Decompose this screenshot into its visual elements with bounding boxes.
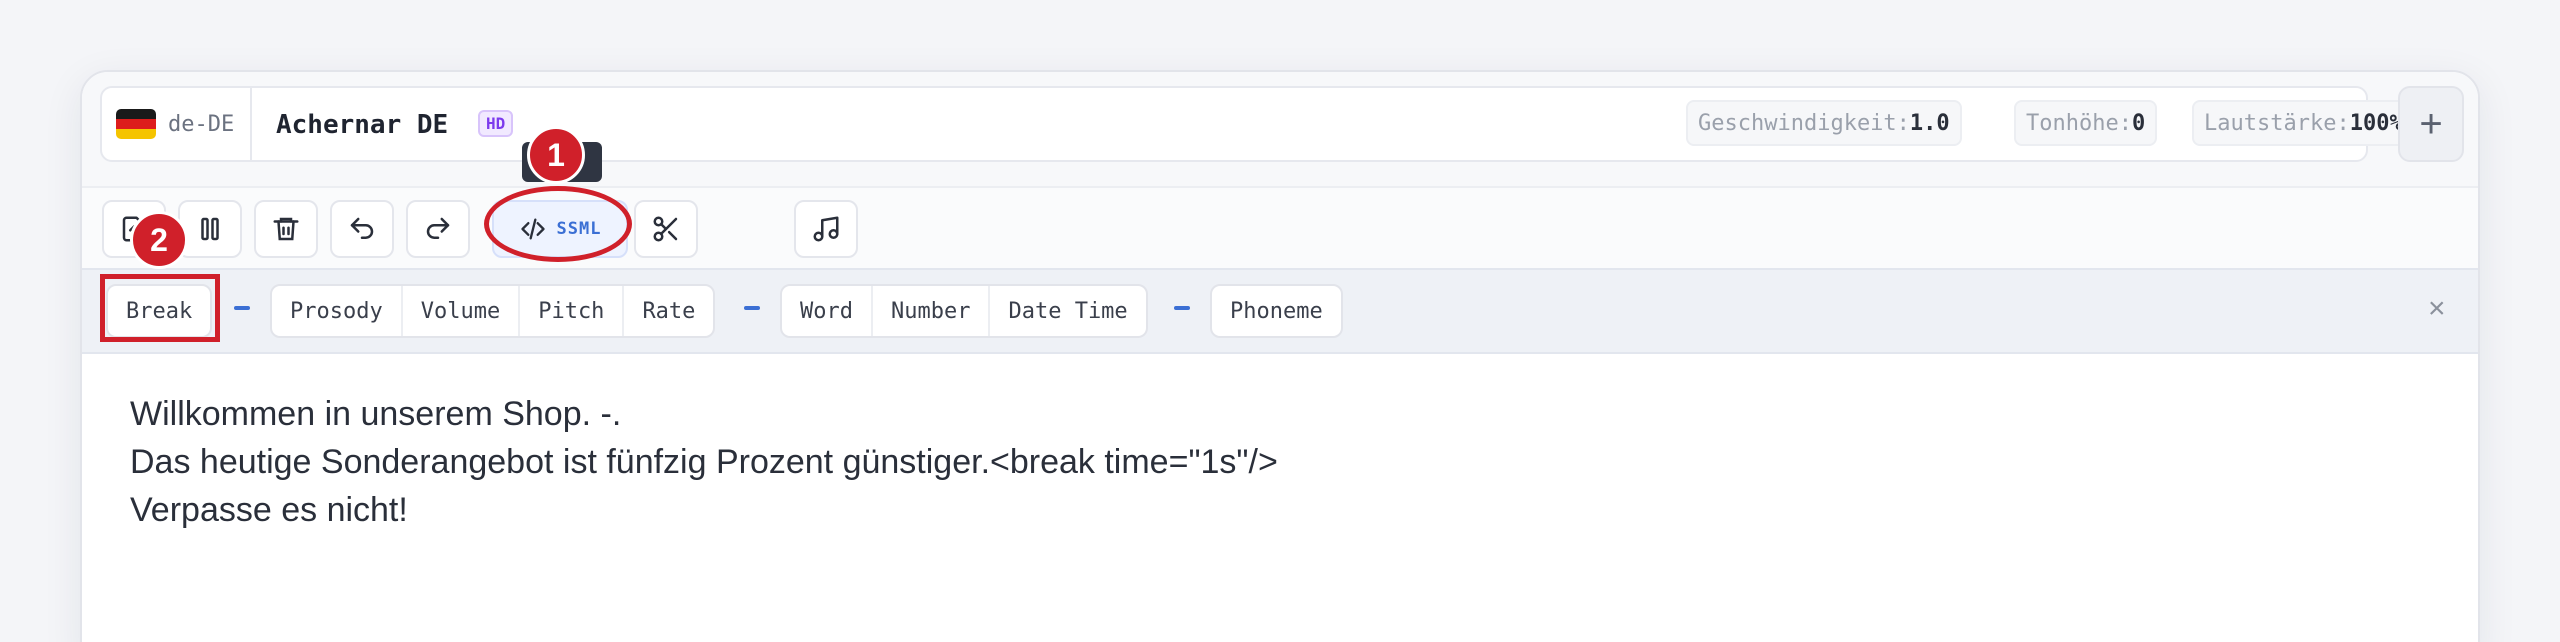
tag-volume[interactable]: Volume — [403, 286, 521, 336]
separator — [744, 306, 760, 310]
step-badge-2: 2 — [130, 211, 188, 269]
trash-icon — [273, 217, 299, 241]
toolbar: SSML — [82, 186, 2478, 268]
music-note-icon — [813, 216, 839, 242]
phoneme-group: Phoneme — [1210, 284, 1343, 338]
locale-selector[interactable]: de-DE — [102, 88, 252, 160]
editor-line: Willkommen in unserem Shop. -. — [130, 395, 622, 433]
annotation-highlight — [100, 274, 220, 342]
tag-pitch[interactable]: Pitch — [520, 286, 625, 336]
plus-icon: + — [2419, 101, 2443, 146]
speed-param[interactable]: Geschwindigkeit: 1.0 — [1686, 100, 1962, 146]
undo-button[interactable] — [330, 200, 394, 258]
speed-value: 1.0 — [1909, 110, 1950, 136]
tag-prosody[interactable]: Prosody — [272, 286, 403, 336]
volume-label: Lautstärke: — [2204, 110, 2350, 136]
german-flag-icon — [116, 109, 156, 139]
pitch-param[interactable]: Tonhöhe: 0 — [2014, 100, 2158, 146]
redo-icon — [426, 217, 450, 239]
editor-line: Verpasse es nicht! — [130, 491, 408, 529]
tts-editor-card: de-DE Achernar DE HD Geschwindigkeit: 1.… — [80, 70, 2480, 642]
hd-badge: HD — [478, 110, 514, 137]
tag-number[interactable]: Number — [873, 286, 991, 336]
voice-header: de-DE Achernar DE HD Geschwindigkeit: 1.… — [82, 72, 2478, 186]
text-editor[interactable]: Willkommen in unserem Shop. -. Das heuti… — [130, 390, 2430, 534]
tag-phoneme[interactable]: Phoneme — [1212, 286, 1341, 336]
close-icon[interactable]: × — [2428, 292, 2446, 326]
pause-button[interactable] — [178, 200, 242, 258]
step-badge-1: 1 — [527, 126, 585, 184]
prosody-group: Prosody Volume Pitch Rate — [270, 284, 716, 338]
volume-value: 100% — [2349, 110, 2403, 136]
pitch-label: Tonhöhe: — [2026, 110, 2132, 136]
scissors-icon — [653, 216, 678, 242]
speed-label: Geschwindigkeit: — [1698, 110, 1910, 136]
delete-button[interactable] — [254, 200, 318, 258]
separator — [234, 306, 250, 310]
editor-line: Das heutige Sonderangebot ist fünfzig Pr… — [130, 443, 1278, 481]
ssml-tag-bar: Break Prosody Volume Pitch Rate Word Num… — [82, 268, 2478, 354]
undo-icon — [350, 217, 374, 239]
voice-name: Achernar DE — [276, 110, 449, 140]
voice-selector[interactable]: de-DE Achernar DE HD Geschwindigkeit: 1.… — [100, 86, 2415, 162]
tag-word[interactable]: Word — [782, 286, 873, 336]
locale-code: de-DE — [168, 111, 235, 137]
music-button[interactable] — [794, 200, 858, 258]
annotation-ring — [484, 186, 632, 262]
tag-rate[interactable]: Rate — [624, 286, 713, 336]
separator — [1174, 306, 1190, 310]
say-as-group: Word Number Date Time — [780, 284, 1148, 338]
redo-button[interactable] — [406, 200, 470, 258]
cut-button[interactable] — [634, 200, 698, 258]
pitch-value: 0 — [2131, 110, 2146, 136]
tag-date-time[interactable]: Date Time — [990, 286, 1145, 336]
pause-icon — [201, 217, 219, 241]
add-voice-button[interactable]: + — [2398, 86, 2464, 162]
volume-param[interactable]: Lautstärke: 100% — [2192, 100, 2415, 146]
